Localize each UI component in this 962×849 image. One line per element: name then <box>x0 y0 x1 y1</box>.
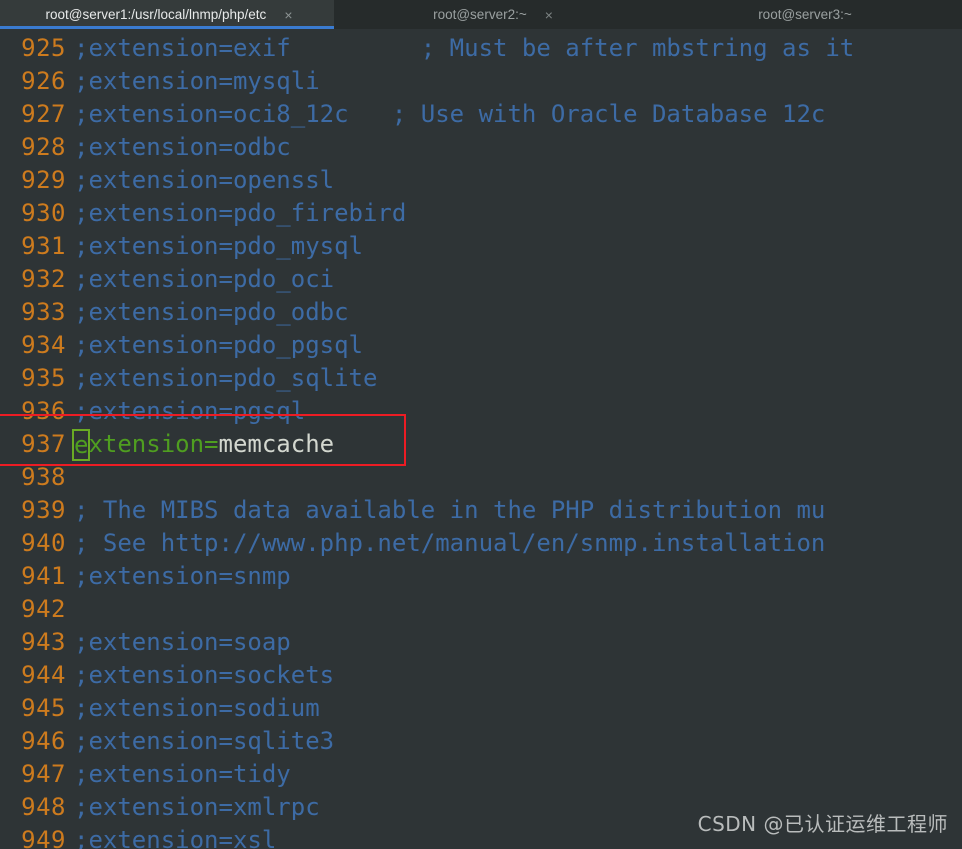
line-content-value: memcache <box>218 430 335 458</box>
code-line[interactable]: 933 ;extension=pdo_odbc <box>0 296 962 329</box>
code-line[interactable]: 946 ;extension=sqlite3 <box>0 725 962 758</box>
tab-server1[interactable]: root@server1:/usr/local/lnmp/php/etc × <box>0 0 334 29</box>
code-line[interactable]: 931 ;extension=pdo_mysql <box>0 230 962 263</box>
line-content: ;extension=pdo_pgsql <box>74 331 363 359</box>
line-content: ;extension=mysqli <box>74 67 320 95</box>
code-line[interactable]: 945 ;extension=sodium <box>0 692 962 725</box>
line-content: extension=memcache <box>72 428 335 461</box>
watermark-text: CSDN @已认证运维工程师 <box>697 812 948 836</box>
line-content: ;extension=xmlrpc <box>74 793 320 821</box>
line-content: ;extension=pdo_odbc <box>74 298 349 326</box>
line-content: ;extension=pdo_sqlite <box>74 364 378 392</box>
code-line[interactable]: 938 <box>0 461 962 494</box>
line-number: 928 <box>21 133 66 161</box>
line-number: 943 <box>21 628 66 656</box>
line-content: ;extension=sodium <box>74 694 320 722</box>
code-line[interactable]: 934 ;extension=pdo_pgsql <box>0 329 962 362</box>
code-line[interactable]: 940 ; See http://www.php.net/manual/en/s… <box>0 527 962 560</box>
line-number: 930 <box>21 199 66 227</box>
line-number: 949 <box>21 826 66 849</box>
line-number: 938 <box>21 463 66 491</box>
code-line-active[interactable]: 937 extension=memcache <box>0 428 962 461</box>
line-number: 935 <box>21 364 66 392</box>
line-content: ;extension=pdo_oci <box>74 265 335 293</box>
line-content: ;extension=openssl <box>74 166 335 194</box>
line-number: 933 <box>21 298 66 326</box>
line-number: 934 <box>21 331 66 359</box>
line-content: ;extension=soap <box>74 628 291 656</box>
line-content: ; See http://www.php.net/manual/en/snmp.… <box>74 529 826 557</box>
code-line[interactable]: 926 ;extension=mysqli <box>0 65 962 98</box>
code-line[interactable]: 939 ; The MIBS data available in the PHP… <box>0 494 962 527</box>
code-line[interactable]: 935 ;extension=pdo_sqlite <box>0 362 962 395</box>
tab-server2[interactable]: root@server2:~ × <box>334 0 648 29</box>
line-content: ;extension=pdo_firebird <box>74 199 407 227</box>
code-line[interactable]: 930 ;extension=pdo_firebird <box>0 197 962 230</box>
line-number: 945 <box>21 694 66 722</box>
line-content: ;extension=odbc <box>74 133 291 161</box>
line-number: 948 <box>21 793 66 821</box>
code-line[interactable]: 928 ;extension=odbc <box>0 131 962 164</box>
text-cursor: e <box>72 429 91 461</box>
code-line[interactable]: 944 ;extension=sockets <box>0 659 962 692</box>
terminal-tab-bar: root@server1:/usr/local/lnmp/php/etc × r… <box>0 0 962 29</box>
line-content: ; The MIBS data available in the PHP dis… <box>74 496 826 524</box>
line-number: 939 <box>21 496 66 524</box>
tab-server1-label: root@server1:/usr/local/lnmp/php/etc <box>45 7 267 22</box>
code-line[interactable]: 929 ;extension=openssl <box>0 164 962 197</box>
code-line[interactable]: 942 <box>0 593 962 626</box>
code-line[interactable]: 925 ;extension=exif ; Must be after mbst… <box>0 32 962 65</box>
code-line[interactable]: 943 ;extension=soap <box>0 626 962 659</box>
line-number: 926 <box>21 67 66 95</box>
code-line[interactable]: 947 ;extension=tidy <box>0 758 962 791</box>
code-line[interactable]: 927 ;extension=oci8_12c ; Use with Oracl… <box>0 98 962 131</box>
close-icon[interactable]: × <box>545 8 553 22</box>
line-content: ;extension=pdo_mysql <box>74 232 363 260</box>
line-content-head: xtension= <box>88 430 219 458</box>
code-line[interactable]: 941 ;extension=snmp <box>0 560 962 593</box>
line-number: 929 <box>21 166 66 194</box>
line-number: 940 <box>21 529 66 557</box>
close-icon[interactable]: × <box>284 8 292 22</box>
line-content: ;extension=exif ; Must be after mbstring… <box>74 34 855 62</box>
line-number: 947 <box>21 760 66 788</box>
file-editor-pane[interactable]: 925 ;extension=exif ; Must be after mbst… <box>0 29 962 849</box>
line-number: 932 <box>21 265 66 293</box>
line-number: 942 <box>21 595 66 623</box>
line-number: 946 <box>21 727 66 755</box>
line-content: ;extension=sockets <box>74 661 335 689</box>
line-number: 937 <box>21 430 66 458</box>
line-content: ;extension=sqlite3 <box>74 727 335 755</box>
tab-server3-label: root@server3:~ <box>758 7 852 22</box>
line-content: ;extension=oci8_12c ; Use with Oracle Da… <box>74 100 826 128</box>
line-content: ;extension=pgsql <box>74 397 306 425</box>
tab-server2-label: root@server2:~ <box>433 7 527 22</box>
line-number: 925 <box>21 34 66 62</box>
line-content: ;extension=tidy <box>74 760 291 788</box>
code-line[interactable]: 932 ;extension=pdo_oci <box>0 263 962 296</box>
line-number: 936 <box>21 397 66 425</box>
line-number: 941 <box>21 562 66 590</box>
line-content: ;extension=snmp <box>74 562 291 590</box>
line-number: 944 <box>21 661 66 689</box>
line-number: 931 <box>21 232 66 260</box>
code-line[interactable]: 936 ;extension=pgsql <box>0 395 962 428</box>
line-content: ;extension=xsl <box>74 826 277 849</box>
line-number: 927 <box>21 100 66 128</box>
tab-server3[interactable]: root@server3:~ <box>648 0 962 29</box>
